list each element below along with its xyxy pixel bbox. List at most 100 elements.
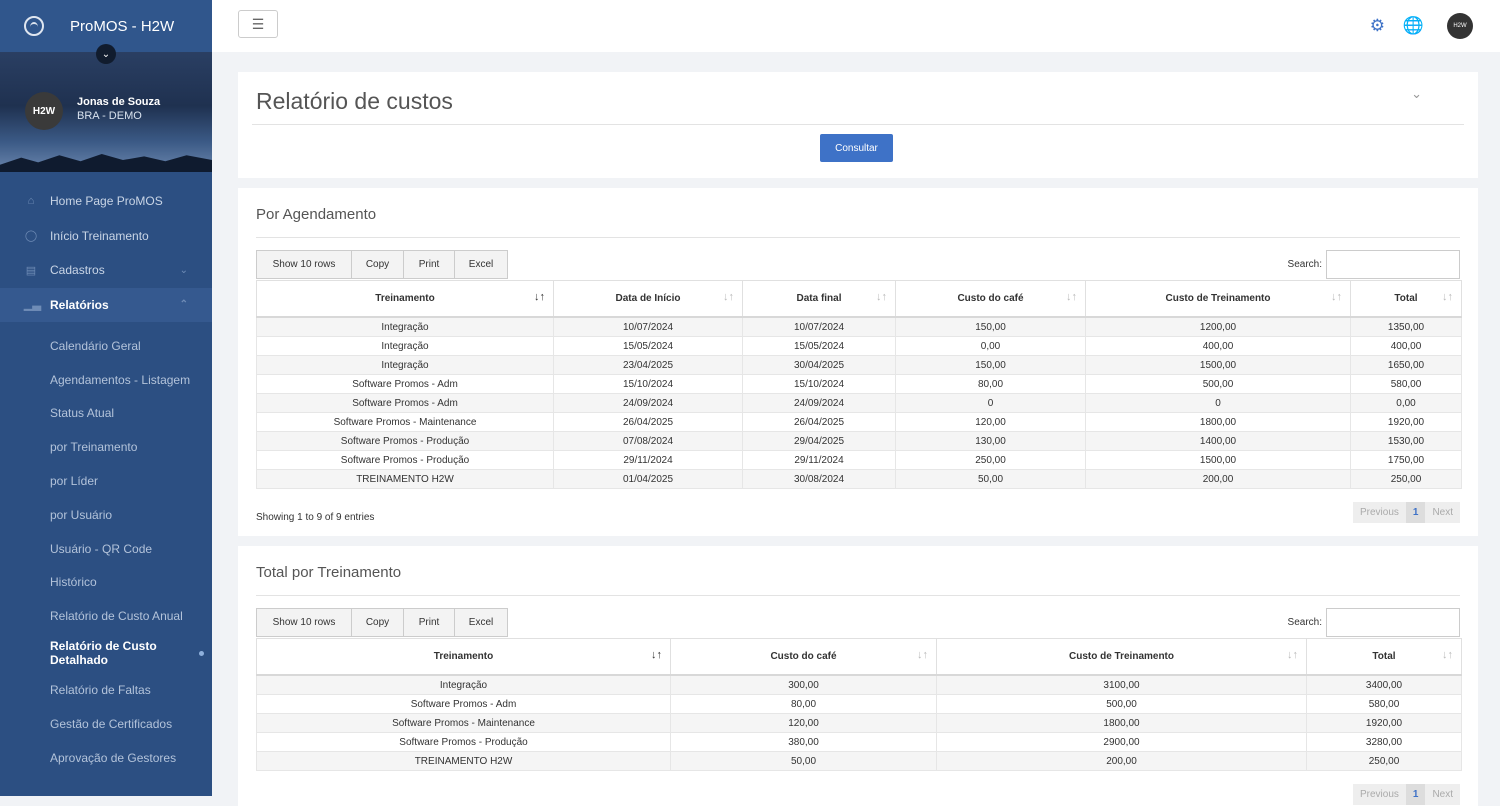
column-header[interactable]: Data de Início ↓↑ [553,280,743,318]
table-cell: TREINAMENTO H2W [256,751,671,771]
show-rows-button[interactable]: Show 10 rows [256,250,352,279]
table-row[interactable]: Software Promos - Adm 24/09/2024 24/09/202… [256,393,1462,413]
table-cell: 29/11/2024 [553,450,743,470]
avatar[interactable]: H2W [25,92,63,130]
table-row[interactable]: Software Promos - Produção 29/11/2024 29/1… [256,450,1462,470]
table-cell: 2900,00 [936,732,1307,752]
table-cell: 0 [895,393,1086,413]
column-header[interactable]: Custo do café ↓↑ [670,638,937,676]
sidebar-item-home[interactable]: ⌂ Home Page ProMOS [0,184,212,219]
table-row[interactable]: Integração 15/05/2024 15/05/2024 0,00 400,00… [256,336,1462,356]
sort-icon: ↓↑ [1442,291,1453,303]
sidebar-item-cadastros[interactable]: ▤ Cadastros ⌄ [0,253,212,288]
table-row[interactable]: Integração 23/04/2025 30/04/2025 150,00 1500… [256,355,1462,375]
sidebar-subitem[interactable]: Histórico [0,566,212,600]
menu-toggle-icon[interactable]: ☰ [238,10,278,38]
table-row[interactable]: Software Promos - Maintenance 26/04/2025 2… [256,412,1462,432]
excel-button[interactable]: Excel [455,250,508,279]
next-button[interactable]: Next [1425,784,1460,805]
copy-button[interactable]: Copy [352,250,404,279]
table-cell: 15/10/2024 [742,374,896,394]
sidebar-submenu: Calendário Geral Agendamentos - Listagem… [0,329,212,775]
page-1-button[interactable]: 1 [1405,502,1426,523]
column-header[interactable]: Custo de Treinamento ↓↑ [1085,280,1351,318]
sidebar-subitem[interactable]: Usuário - QR Code [0,532,212,566]
search-label: Search: [1287,617,1322,628]
table-row[interactable]: Software Promos - Produção 07/08/2024 29/0… [256,431,1462,451]
table-cell: 250,00 [1306,751,1462,771]
table-cell: 24/09/2024 [742,393,896,413]
sidebar-subitem[interactable]: por Usuário [0,498,212,532]
sidebar-item-label: Início Treinamento [50,228,149,243]
sidebar-subitem[interactable]: Calendário Geral [0,329,212,363]
home-icon: ⌂ [27,195,35,208]
sidebar-subitem[interactable]: Aprovação de Gestores [0,741,212,775]
table-row[interactable]: Software Promos - Maintenance 120,00 1800,… [256,713,1462,733]
sidebar-subitem[interactable]: Agendamentos - Listagem [0,363,212,397]
table-cell: Software Promos - Adm [256,374,554,394]
column-header[interactable]: Data final ↓↑ [742,280,896,318]
sidebar-subitem[interactable]: Relatório de Custo Anual [0,599,212,633]
sidebar-subitem[interactable]: Relatório de Faltas [0,673,212,707]
table-row[interactable]: Software Promos - Adm 80,00 500,00 580,00 [256,694,1462,714]
column-header[interactable]: Total ↓↑ [1350,280,1462,318]
print-button[interactable]: Print [404,250,455,279]
sidebar-item-relatorios[interactable]: ▁▃ Relatórios ⌃ [0,287,212,322]
sidebar-subitem-active[interactable]: Relatório de Custo Detalhado [0,633,212,673]
consultar-button[interactable]: Consultar [820,134,893,162]
table-row[interactable]: TREINAMENTO H2W 01/04/2025 30/08/2024 50,00… [256,469,1462,489]
show-rows-button[interactable]: Show 10 rows [256,608,352,637]
sidebar-item-label: Home Page ProMOS [50,194,163,209]
table-cell: Software Promos - Produção [256,450,554,470]
profile-panel: ⌄ H2W Jonas de Souza BRA - DEMO [0,44,212,172]
active-dot-icon [199,651,204,657]
previous-button[interactable]: Previous [1352,784,1406,805]
table-cell: 1530,00 [1350,431,1462,451]
excel-button[interactable]: Excel [455,608,508,637]
column-header[interactable]: Treinamento ↓↑ [256,280,554,318]
table-row[interactable]: TREINAMENTO H2W 50,00 200,00 250,00 [256,751,1462,771]
table-row[interactable]: Integração 300,00 3100,00 3400,00 [256,674,1462,695]
column-header[interactable]: Total ↓↑ [1306,638,1462,676]
copy-button[interactable]: Copy [352,608,404,637]
sort-desc-icon: ↓↑ [534,291,545,303]
search-input[interactable] [1326,608,1460,637]
sort-icon: ↓↑ [1442,649,1453,661]
sidebar-subitem[interactable]: por Líder [0,464,212,498]
table-cell: 1200,00 [1085,316,1351,337]
sidebar-item-label: Cadastros [50,263,105,278]
sidebar-subitem[interactable]: Gestão de Certificados [0,707,212,741]
table-row[interactable]: Software Promos - Adm 15/10/2024 15/10/202… [256,374,1462,394]
table-row[interactable]: Software Promos - Produção 380,00 2900,00 3… [256,732,1462,752]
chevron-down-icon[interactable]: ⌄ [96,44,116,64]
page-1-button[interactable]: 1 [1405,784,1426,805]
print-button[interactable]: Print [404,608,455,637]
column-header[interactable]: Treinamento ↓↑ [256,638,671,676]
table-cell: 1500,00 [1085,450,1351,470]
previous-button[interactable]: Previous [1352,502,1406,523]
sidebar-subitem[interactable]: Status Atual [0,397,212,431]
column-header[interactable]: Custo do café ↓↑ [895,280,1086,318]
gear-icon[interactable]: ⚙ [1370,16,1385,36]
sort-desc-icon: ↓↑ [651,649,662,661]
header-avatar[interactable]: H2W [1447,13,1473,39]
chevron-down-icon: ⌄ [179,264,188,276]
next-button[interactable]: Next [1425,502,1460,523]
sort-icon: ↓↑ [1066,291,1077,303]
table-toolbar: Show 10 rows Copy Print Excel [256,250,508,279]
table-cell: 23/04/2025 [553,355,743,375]
globe-icon[interactable]: 🌐 [1403,16,1424,36]
table-cell: 10/07/2024 [742,316,896,337]
sidebar: ProMOS - H2W ⌄ H2W Jonas de Souza BRA - … [0,0,212,796]
chevron-down-icon[interactable]: ⌄ [1411,86,1422,102]
section-title: Por Agendamento [256,206,377,223]
table-cell: 26/04/2025 [553,412,743,432]
sidebar-item-inicio-treinamento[interactable]: ◯ Início Treinamento [0,219,212,254]
table-row[interactable]: Integração 10/07/2024 10/07/2024 150,00 1200… [256,316,1462,337]
app-title: ProMOS - H2W [70,17,175,35]
search-input[interactable] [1326,250,1460,279]
table-cell: 400,00 [1350,336,1462,356]
sidebar-subitem[interactable]: por Treinamento [0,430,212,464]
top-header: ☰ ⚙ 🌐 H2W [212,0,1500,52]
column-header[interactable]: Custo de Treinamento ↓↑ [936,638,1307,676]
